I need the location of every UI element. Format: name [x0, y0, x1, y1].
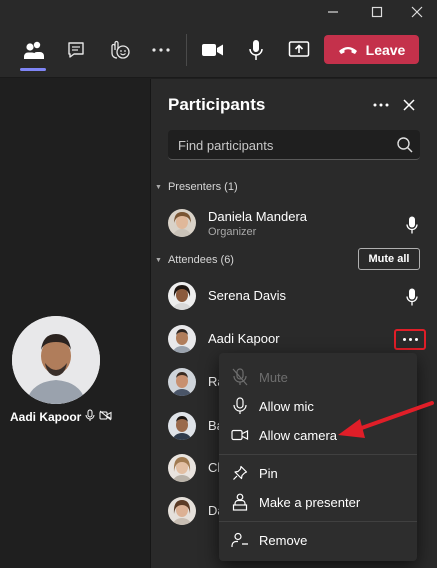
microphone-icon: [406, 288, 422, 306]
avatar: [168, 209, 196, 237]
maximize-icon[interactable]: [362, 2, 392, 22]
avatar: [168, 282, 196, 310]
search-icon[interactable]: [396, 136, 414, 154]
microphone-icon: [231, 397, 249, 415]
remove-person-icon: [231, 531, 249, 549]
participant-row[interactable]: Daniela Mandera Organizer: [168, 207, 428, 241]
camera-icon: [231, 426, 249, 444]
panel-more-icon[interactable]: [369, 93, 393, 117]
microphone-icon[interactable]: [242, 36, 270, 64]
reactions-icon[interactable]: [105, 36, 133, 64]
mic-off-icon: [85, 409, 95, 425]
avatar: [168, 325, 196, 353]
toolbar-divider: [186, 34, 187, 66]
mute-all-button[interactable]: Mute all: [358, 248, 420, 270]
presenters-section-header[interactable]: ▼ Presenters (1): [155, 181, 238, 193]
participant-role: Organizer: [208, 226, 257, 238]
participant-name: Aadi Kapoor: [208, 331, 280, 346]
presenter-icon: [231, 493, 249, 511]
participant-name: Serena Davis: [208, 288, 287, 303]
participant-row[interactable]: Serena Davis: [168, 280, 428, 314]
panel-title: Participants: [168, 95, 266, 114]
participant-more-options-button[interactable]: [394, 329, 426, 350]
avatar: [168, 454, 196, 482]
close-icon[interactable]: [397, 93, 421, 117]
search-box: [168, 130, 420, 160]
chevron-down-icon: ▼: [155, 256, 162, 264]
microphone-icon: [406, 216, 422, 234]
leave-button[interactable]: Leave: [324, 35, 419, 64]
more-options-icon[interactable]: [147, 36, 175, 64]
menu-item-remove[interactable]: Remove: [219, 526, 417, 554]
pin-icon: [231, 464, 249, 482]
chevron-down-icon: ▼: [155, 183, 162, 191]
menu-divider: [219, 454, 417, 455]
minimize-icon[interactable]: [318, 2, 348, 22]
participant-name: Daniela Mandera: [208, 209, 308, 224]
leave-label: Leave: [365, 41, 406, 58]
avatar: [12, 316, 100, 404]
avatar: [168, 368, 196, 396]
meeting-stage: Aadi Kapoor: [0, 79, 150, 568]
share-screen-icon[interactable]: [285, 36, 313, 64]
annotation-arrow: [338, 401, 434, 438]
close-window-icon[interactable]: [402, 2, 432, 22]
avatar: [168, 497, 196, 525]
chat-icon[interactable]: [62, 36, 90, 64]
avatar: [168, 412, 196, 440]
menu-item-pin[interactable]: Pin: [219, 459, 417, 487]
menu-divider: [219, 521, 417, 522]
mic-off-icon: [231, 368, 249, 386]
participant-row[interactable]: Aadi Kapoor: [168, 323, 428, 357]
active-tab-indicator: [20, 68, 46, 71]
attendees-section-header[interactable]: ▼ Attendees (6): [155, 254, 234, 266]
stage-participant-name: Aadi Kapoor: [10, 409, 112, 425]
camera-off-icon: [99, 410, 112, 424]
hang-up-icon: [338, 42, 358, 58]
meeting-toolbar: Leave: [0, 24, 437, 78]
participants-icon[interactable]: [20, 36, 48, 64]
menu-item-mute: Mute: [219, 363, 417, 391]
search-input[interactable]: [178, 130, 378, 160]
camera-icon[interactable]: [199, 36, 227, 64]
participant-context-menu: Mute Allow mic Allow camera Pin Make a p…: [219, 353, 417, 561]
menu-item-make-presenter[interactable]: Make a presenter: [219, 488, 417, 516]
title-bar: [0, 0, 437, 24]
